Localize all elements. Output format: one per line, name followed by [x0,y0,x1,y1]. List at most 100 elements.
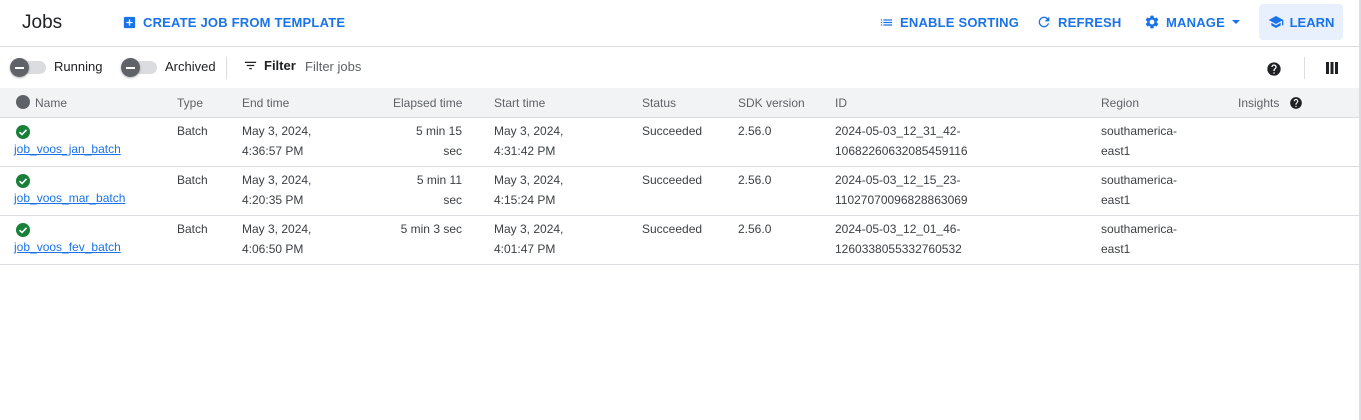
school-icon [1268,16,1283,28]
end-time-clock: 4:06:50 PM [242,242,304,256]
manage-button[interactable]: MANAGE [1144,0,1241,44]
gear-icon [1145,15,1159,29]
table-row[interactable]: job_voos_jan_batch Batch May 3, 2024, 4:3… [0,118,1359,167]
region-line2: east1 [1101,193,1131,207]
help-button[interactable] [1266,61,1282,82]
column-status[interactable]: Status [642,96,676,110]
refresh-button[interactable]: REFRESH [1036,0,1122,44]
help-icon [1267,62,1281,76]
status-column-icon [16,95,30,109]
create-job-button[interactable]: CREATE JOB FROM TEMPLATE [122,0,345,44]
column-region[interactable]: Region [1101,96,1139,110]
table-row[interactable]: job_voos_fev_batch Batch May 3, 2024, 4:0… [0,216,1359,265]
refresh-icon [1038,16,1050,28]
manage-label: MANAGE [1166,14,1225,30]
job-id: 2024-05-03_12_15_23- 11027070096828863069 [835,170,968,210]
start-time-clock: 4:01:47 PM [494,242,556,256]
learn-label: LEARN [1289,14,1335,30]
column-id[interactable]: ID [835,96,847,110]
column-elapsed-time[interactable]: Elapsed time [393,96,462,110]
column-type[interactable]: Type [177,96,203,110]
start-time: May 3, 2024, 4:31:42 PM [494,121,563,161]
elapsed-time-line2: sec [443,144,462,158]
end-time: May 3, 2024, 4:36:57 PM [242,121,311,161]
start-time: May 3, 2024, 4:15:24 PM [494,170,563,210]
job-id-line1: 2024-05-03_12_31_42- [835,124,961,138]
columns-icon [1326,62,1338,74]
caret-down-icon [1231,20,1240,24]
table-row[interactable]: job_voos_mar_batch Batch May 3, 2024, 4:2… [0,167,1359,216]
job-name-link[interactable]: job_voos_fev_batch [14,240,121,254]
end-time: May 3, 2024, 4:20:35 PM [242,170,311,210]
running-toggle[interactable] [10,58,46,77]
divider [226,57,227,79]
column-end-time[interactable]: End time [242,96,289,110]
filter-button[interactable]: Filter [243,58,296,73]
status-text: Succeeded [642,173,703,187]
job-name-link[interactable]: job_voos_jan_batch [14,142,121,156]
elapsed-time: 5 min 15 sec [416,121,462,161]
list-icon [880,18,893,26]
status-text: Succeeded [642,222,703,236]
column-display-button[interactable] [1325,61,1339,80]
job-id-line2: 10682260632085459116 [835,144,968,158]
job-type: Batch [177,124,208,138]
start-time-clock: 4:15:24 PM [494,193,556,207]
start-time-clock: 4:31:42 PM [494,144,556,158]
filter-bar: Running Archived Filter [0,47,1359,89]
start-time-date: May 3, 2024, [494,173,564,187]
job-id: 2024-05-03_12_01_46- 1260338055332760532 [835,219,962,259]
job-type: Batch [177,222,208,236]
enable-sorting-label: ENABLE SORTING [900,14,1020,30]
region-line1: southamerica- [1101,222,1178,236]
end-time-date: May 3, 2024, [242,124,312,138]
job-type: Batch [177,173,208,187]
divider [1304,57,1305,79]
region-line1: southamerica- [1101,173,1178,187]
column-name[interactable]: Name [35,96,67,110]
end-time: May 3, 2024, 4:06:50 PM [242,219,311,259]
start-time-date: May 3, 2024, [494,222,564,236]
learn-button[interactable]: LEARN [1259,4,1343,40]
region: southamerica-east1 [1101,219,1177,259]
job-name-link[interactable]: job_voos_mar_batch [14,191,125,205]
job-id-line2: 1260338055332760532 [835,242,962,256]
archived-label: Archived [165,59,216,74]
region-line1: southamerica- [1101,124,1178,138]
start-time-date: May 3, 2024, [494,124,564,138]
filter-label: Filter [264,58,296,73]
sdk-version: 2.56.0 [738,173,772,187]
column-sdk-version[interactable]: SDK version [738,96,805,110]
elapsed-time-line1: 5 min 3 sec [400,222,462,236]
check-circle-icon [16,223,30,237]
archived-toggle[interactable] [121,58,157,77]
help-icon[interactable] [1289,96,1303,110]
region: southamerica-east1 [1101,170,1177,210]
filter-icon [244,61,257,70]
region-line2: east1 [1101,242,1131,256]
start-time: May 3, 2024, 4:01:47 PM [494,219,563,259]
enable-sorting-button[interactable]: ENABLE SORTING [879,0,1019,44]
elapsed-time: 5 min 3 sec [401,219,462,239]
sdk-version: 2.56.0 [738,124,772,138]
job-id-line1: 2024-05-03_12_15_23- [835,173,961,187]
elapsed-time-line1: 5 min 15 [415,124,462,138]
table-header: Name Type End time Elapsed time Start ti… [0,88,1359,118]
filter-jobs-input[interactable] [305,56,605,76]
create-job-label: CREATE JOB FROM TEMPLATE [143,14,346,30]
page-header: Jobs CREATE JOB FROM TEMPLATE ENABLE SOR… [0,0,1359,47]
sdk-version: 2.56.0 [738,222,772,236]
check-circle-icon [16,125,30,139]
elapsed-time-line1: 5 min 11 [416,173,462,187]
add-box-icon [123,16,136,28]
check-circle-icon [16,174,30,188]
archived-toggle-knob [121,58,140,77]
elapsed-time: 5 min 11 sec [417,170,462,210]
job-id-line2: 11027070096828863069 [835,193,968,207]
refresh-label: REFRESH [1058,14,1122,30]
elapsed-time-line2: sec [443,193,462,207]
region-line2: east1 [1101,144,1131,158]
column-start-time[interactable]: Start time [494,96,545,110]
end-time-clock: 4:36:57 PM [242,144,304,158]
column-insights[interactable]: Insights [1238,96,1279,110]
